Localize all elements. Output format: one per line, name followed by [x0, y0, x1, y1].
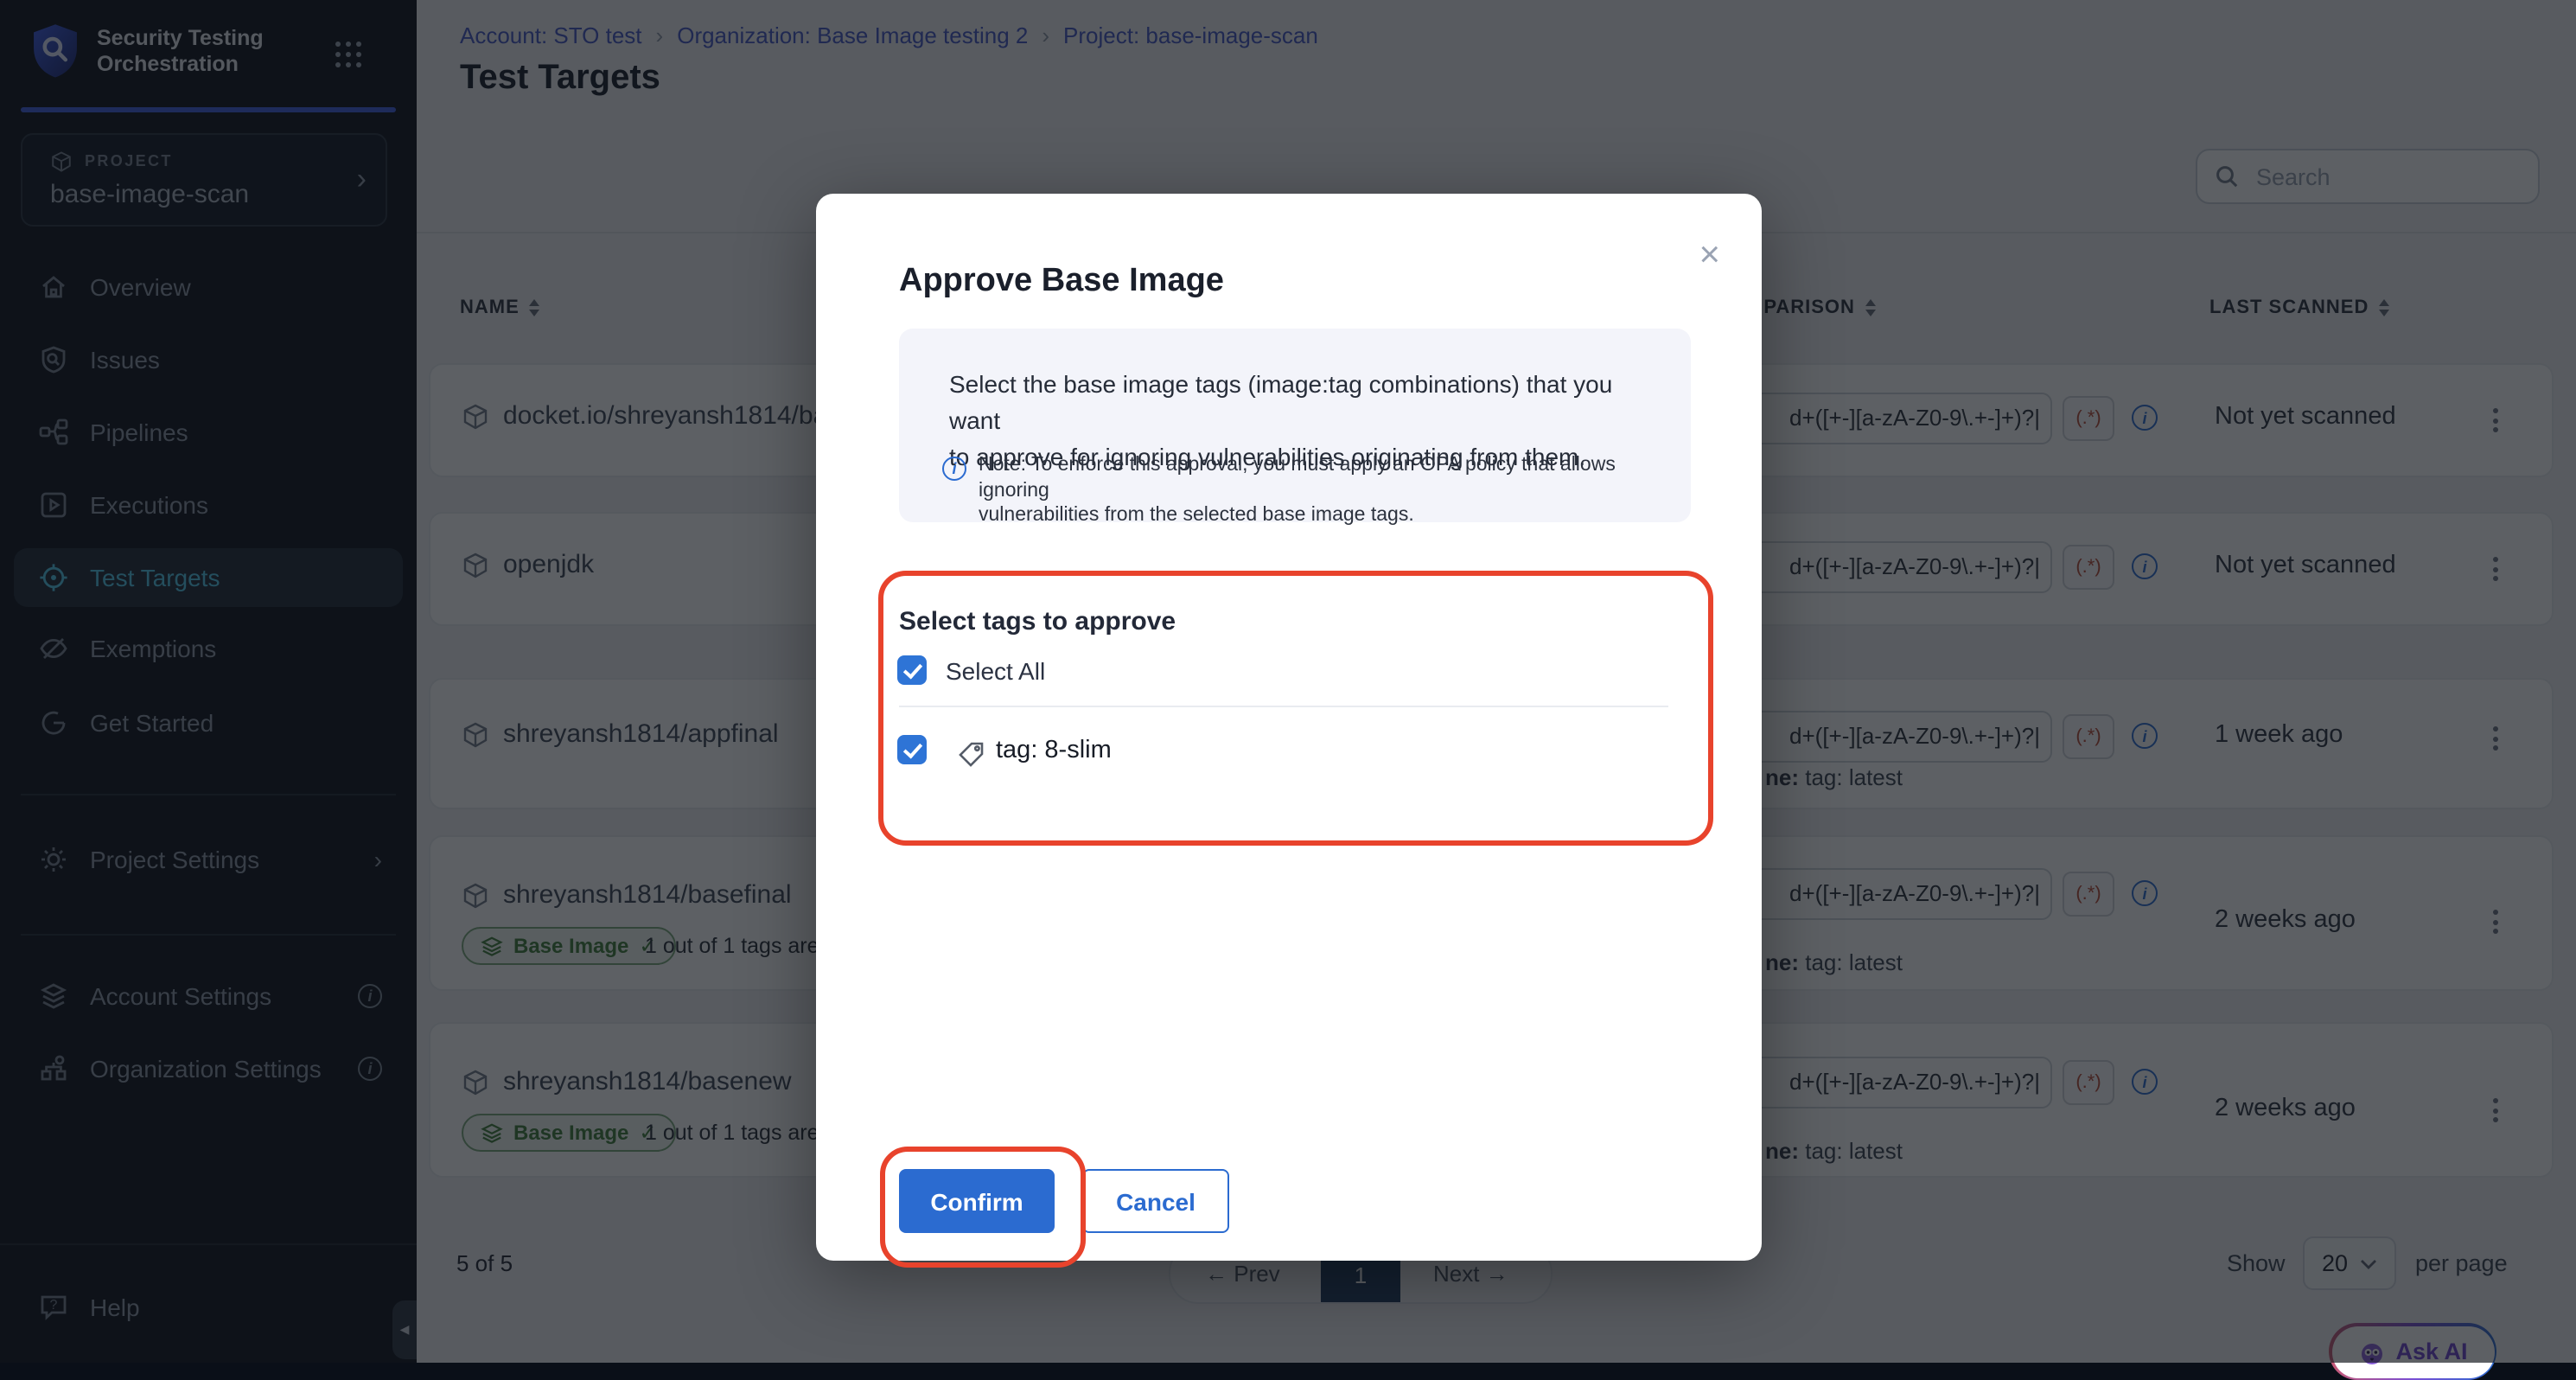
approve-base-image-modal: × Approve Base Image Select the base ima…	[816, 194, 1762, 1261]
close-icon[interactable]: ×	[1699, 239, 1720, 273]
cancel-button[interactable]: Cancel	[1082, 1169, 1229, 1233]
tag-checkbox[interactable]	[897, 735, 927, 764]
select-all-label: Select All	[946, 657, 1045, 685]
app: Security Testing Orchestration PROJECT b…	[0, 0, 2576, 1363]
modal-info-panel: Select the base image tags (image:tag co…	[899, 329, 1691, 522]
divider	[899, 706, 1668, 707]
tag-item-label: tag: 8-slim	[996, 737, 1112, 764]
select-all-checkbox[interactable]	[897, 655, 927, 685]
info-icon: i	[942, 457, 966, 481]
modal-title: Approve Base Image	[899, 263, 1224, 301]
confirm-button[interactable]: Confirm	[899, 1169, 1055, 1233]
select-tags-heading: Select tags to approve	[899, 607, 1176, 636]
modal-note: Note: To enforce this approval, you must…	[979, 453, 1653, 528]
tag-icon	[956, 740, 985, 770]
